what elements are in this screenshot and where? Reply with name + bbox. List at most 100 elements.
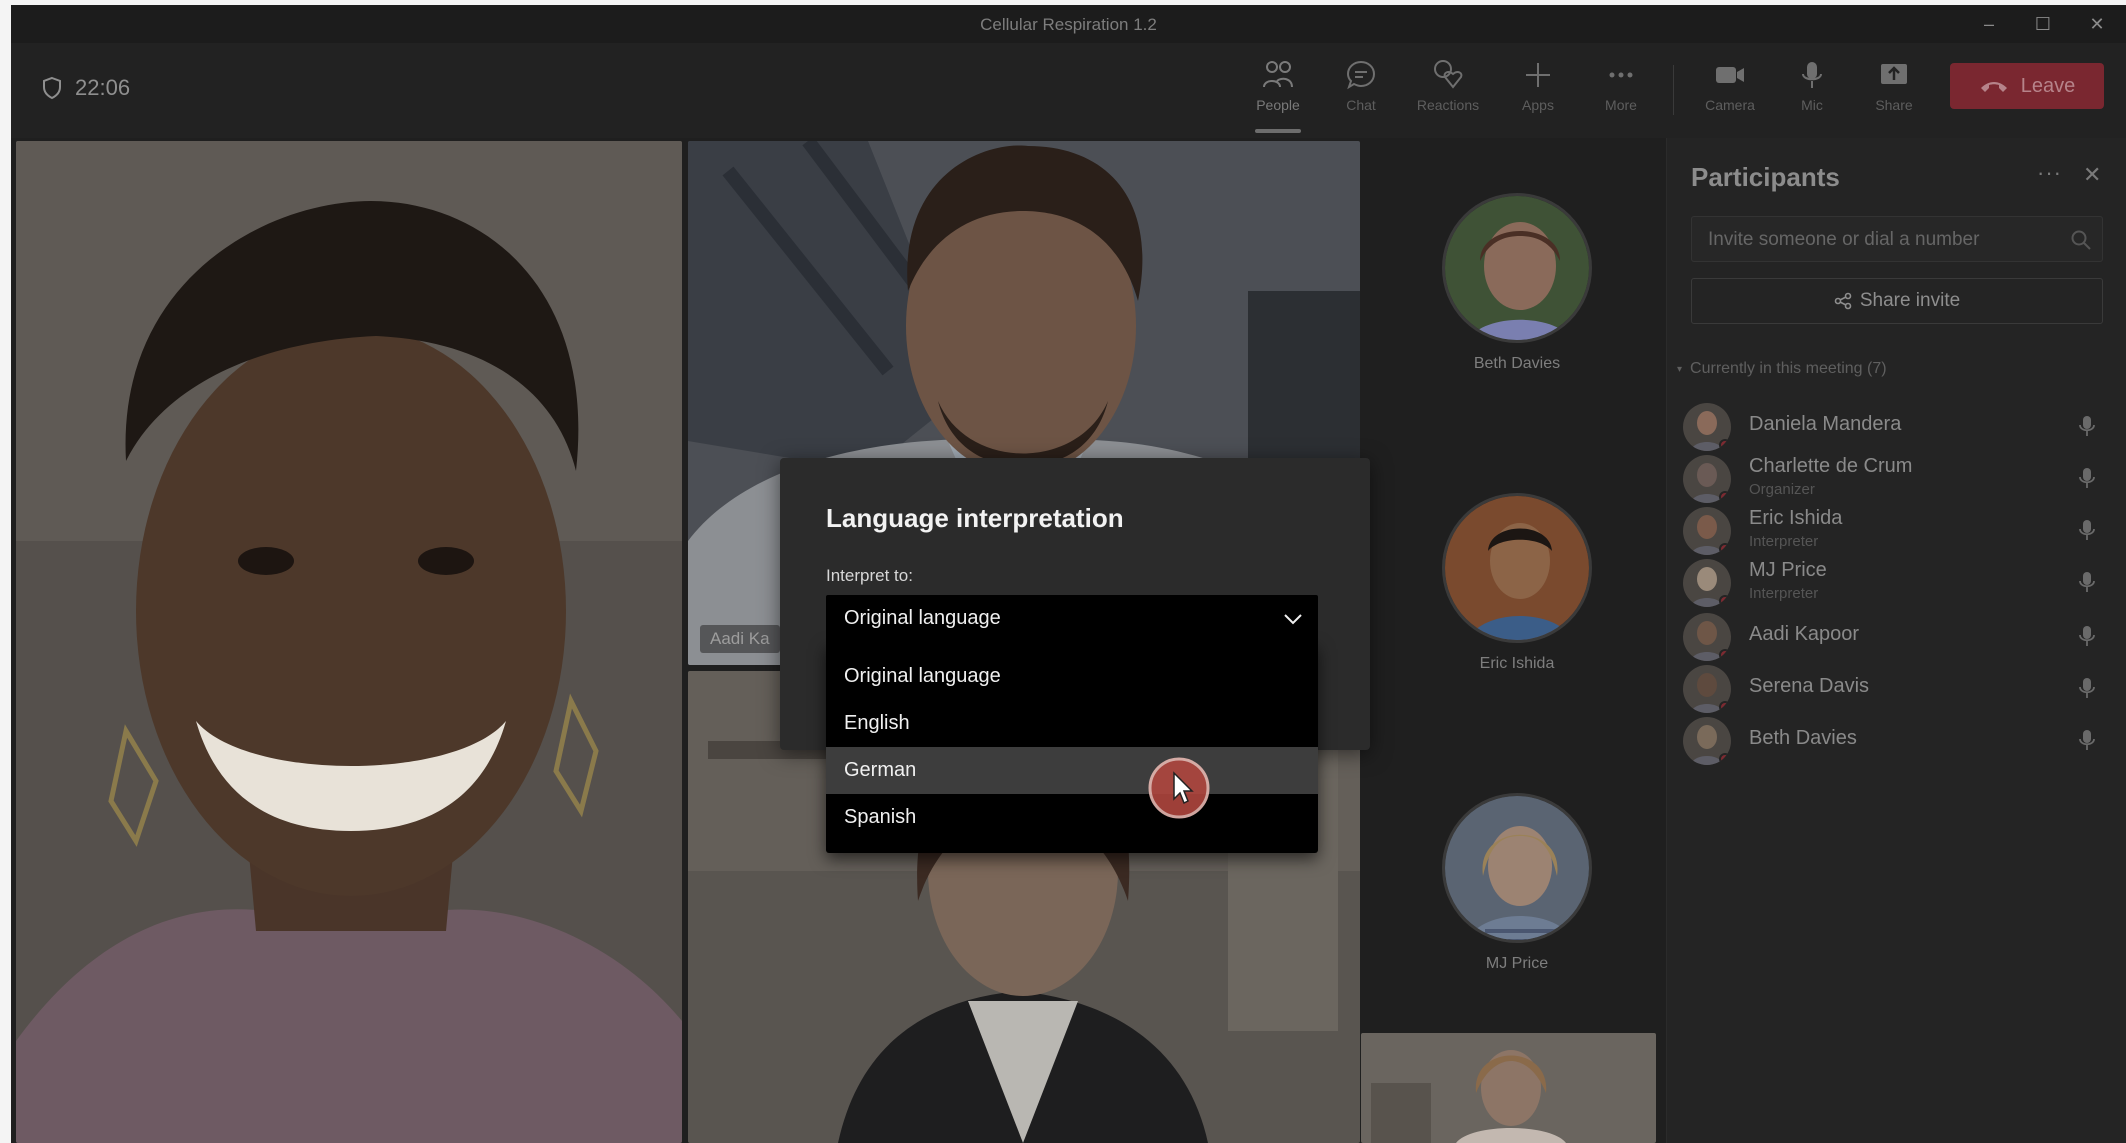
share-label: Share — [1875, 97, 1913, 113]
close-icon[interactable]: ✕ — [2083, 162, 2101, 188]
reactions-button[interactable]: Reactions — [1409, 59, 1487, 133]
mic-icon — [2079, 677, 2095, 704]
dialog-title: Language interpretation — [826, 503, 1124, 533]
cursor-click-icon — [1148, 757, 1210, 819]
title-bar: Cellular Respiration 1.2 – ☐ ✕ — [11, 5, 2126, 43]
selected-language: Original language — [844, 607, 1001, 629]
status-dot — [1719, 649, 1731, 661]
language-select[interactable]: Original language — [826, 595, 1318, 643]
mic-icon — [2079, 729, 2095, 756]
camera-label: Camera — [1705, 97, 1755, 113]
interpret-to-label: Interpret to: — [826, 566, 913, 585]
video-tile-self[interactable] — [1361, 1033, 1656, 1143]
participant-name: Daniela Mandera — [1749, 413, 1902, 435]
search-icon[interactable] — [2070, 229, 2092, 251]
more-button[interactable]: More — [1582, 59, 1660, 133]
reactions-label: Reactions — [1416, 97, 1480, 113]
maximize-button[interactable]: ☐ — [2023, 11, 2063, 37]
participant-row[interactable]: Charlette de Crum Organizer — [1683, 451, 2113, 507]
participant-row[interactable]: Aadi Kapoor — [1683, 609, 2113, 665]
reactions-icon — [1434, 60, 1463, 89]
avatar — [1683, 455, 1731, 503]
participant-row[interactable]: Daniela Mandera — [1683, 399, 2113, 455]
leave-button[interactable]: Leave — [1950, 63, 2104, 109]
participant-name: MJ Price — [1749, 559, 1827, 581]
status-dot — [1719, 439, 1731, 451]
participant-row[interactable]: Beth Davies — [1683, 713, 2113, 769]
avatar — [1442, 493, 1592, 643]
people-icon — [1263, 61, 1293, 88]
close-window-button[interactable]: ✕ — [2077, 11, 2117, 37]
participant-name: Serena Davis — [1749, 675, 1870, 697]
mic-icon — [2079, 519, 2095, 546]
option-original-language[interactable]: Original language — [826, 653, 1318, 700]
teams-meeting-window: Cellular Respiration 1.2 – ☐ ✕ 22:06 Peo… — [11, 5, 2126, 1143]
chevron-down-icon — [1284, 614, 1302, 625]
participant-name: Beth Davies — [1749, 727, 1857, 749]
mic-icon — [1802, 62, 1822, 88]
language-options-menu: Original language English German Spanish — [826, 643, 1318, 853]
mic-icon — [2079, 467, 2095, 494]
camera-button[interactable]: Camera — [1691, 59, 1769, 133]
participant-role: Interpreter — [1749, 533, 1819, 550]
avatar — [1683, 403, 1731, 451]
window-title: Cellular Respiration 1.2 — [980, 15, 1157, 34]
avatar — [1442, 193, 1592, 343]
participant-row[interactable]: MJ Price Interpreter — [1683, 555, 2113, 611]
avatar — [1683, 559, 1731, 607]
avatar-tile-beth[interactable]: Beth Davies — [1417, 193, 1617, 373]
share-invite-button[interactable]: Share invite — [1691, 278, 2103, 324]
option-german[interactable]: German — [826, 747, 1318, 794]
mouse-cursor — [1148, 757, 1210, 824]
avatar — [1683, 665, 1731, 713]
avatar-name: Beth Davies — [1473, 355, 1561, 372]
status-dot — [1719, 491, 1731, 503]
share-button[interactable]: Share — [1855, 59, 1933, 133]
avatar — [1442, 793, 1592, 943]
participant-row[interactable]: Serena Davis — [1683, 661, 2113, 717]
participant-role: Organizer — [1749, 481, 1815, 498]
toolbar-divider — [1673, 65, 1674, 115]
status-dot — [1719, 753, 1731, 765]
avatar-tile-mj[interactable]: MJ Price — [1417, 793, 1617, 973]
section-header-in-meeting[interactable]: ▾ Currently in this meeting (7) — [1677, 360, 1887, 378]
avatar-tile-eric[interactable]: Eric Ishida — [1417, 493, 1617, 673]
minimize-button[interactable]: – — [1969, 11, 2009, 37]
timer-text: 22:06 — [75, 75, 131, 100]
status-dot — [1719, 701, 1731, 713]
apps-button[interactable]: Apps — [1499, 59, 1577, 133]
leave-label: Leave — [2020, 74, 2076, 97]
mic-icon — [2079, 415, 2095, 442]
chat-icon — [1346, 60, 1376, 90]
phone-hangup-icon — [1980, 82, 2007, 92]
avatar — [1683, 717, 1731, 765]
tile-name-label: Aadi Ka — [700, 625, 780, 653]
shield-icon — [43, 76, 61, 100]
share-icon — [1881, 64, 1907, 84]
panel-more-button[interactable]: ··· — [2037, 160, 2062, 186]
mic-label: Mic — [1801, 97, 1823, 113]
avatar-name: MJ Price — [1485, 955, 1549, 972]
mic-icon — [2079, 625, 2095, 652]
option-english[interactable]: English — [826, 700, 1318, 747]
participant-row[interactable]: Eric Ishida Interpreter — [1683, 503, 2113, 559]
people-button[interactable]: People — [1239, 59, 1317, 133]
option-spanish[interactable]: Spanish — [826, 794, 1318, 841]
video-tile-main[interactable] — [16, 141, 682, 1143]
section-header-label: Currently in this meeting (7) — [1690, 360, 1887, 377]
avatar-name: Eric Ishida — [1479, 655, 1555, 672]
chevron-down-icon: ▾ — [1677, 363, 1683, 375]
mic-button[interactable]: Mic — [1773, 59, 1851, 133]
camera-icon — [1716, 67, 1744, 83]
apps-label: Apps — [1522, 97, 1554, 113]
meeting-toolbar: 22:06 People Chat Reactions Apps More Ca… — [11, 43, 2126, 138]
participant-name: Charlette de Crum — [1749, 455, 1913, 477]
invite-placeholder: Invite someone or dial a number — [1708, 229, 1980, 250]
participant-name: Aadi Kapoor — [1749, 623, 1860, 645]
invite-input[interactable]: Invite someone or dial a number — [1691, 216, 2103, 262]
people-label: People — [1256, 97, 1300, 113]
participant-name: Eric Ishida — [1749, 507, 1843, 529]
more-icon — [1609, 72, 1633, 78]
share-link-icon — [1834, 292, 1852, 310]
chat-button[interactable]: Chat — [1322, 59, 1400, 133]
